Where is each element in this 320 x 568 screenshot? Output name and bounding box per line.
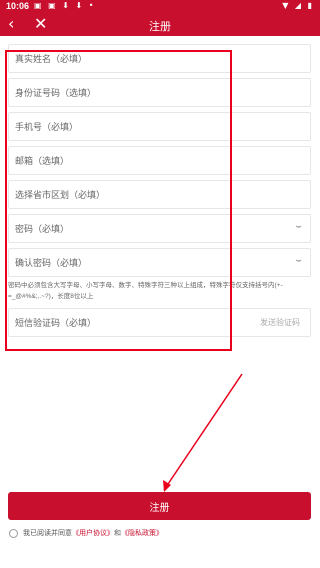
agreement-prefix: 我已阅读并同意: [23, 530, 72, 537]
agreement-row: 我已阅读并同意 《用户协议》 和 《隐私政策》: [9, 528, 163, 538]
privacy-policy-link[interactable]: 《隐私政策》: [121, 528, 163, 538]
agree-radio[interactable]: [9, 528, 18, 538]
register-button[interactable]: 注册: [8, 492, 311, 520]
annotation-arrow: [163, 373, 243, 492]
agreement-and: 和: [114, 530, 121, 537]
user-agreement-link[interactable]: 《用户协议》: [72, 528, 114, 538]
